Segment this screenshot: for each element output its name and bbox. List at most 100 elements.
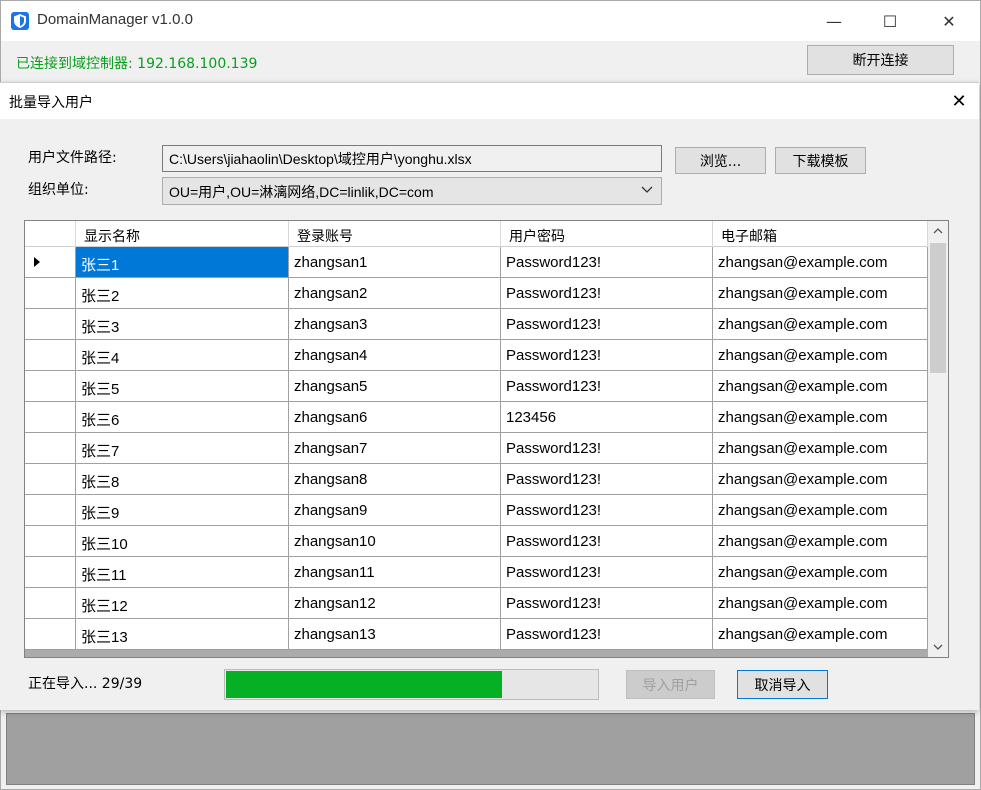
close-icon: ✕: [942, 11, 956, 31]
cancel-import-button[interactable]: 取消导入: [737, 670, 828, 699]
users-grid[interactable]: 显示名称 登录账号 用户密码 电子邮箱 张三1 zhangsan1 Password…: [24, 220, 949, 658]
cell-login[interactable]: zhangsan5: [289, 371, 501, 402]
file-path-input[interactable]: C:\Users\jiahaolin\Desktop\域控用户\yonghu.x…: [162, 145, 662, 172]
ou-label: 组织单位:: [28, 182, 89, 198]
cell-login[interactable]: zhangsan10: [289, 526, 501, 557]
cell-email[interactable]: zhangsan@example.com: [713, 278, 928, 309]
cell-login[interactable]: zhangsan12: [289, 588, 501, 619]
scrollbar-thumb[interactable]: [930, 243, 946, 373]
row-header[interactable]: [25, 371, 76, 402]
cell-email[interactable]: zhangsan@example.com: [713, 526, 928, 557]
scroll-up-icon[interactable]: [928, 221, 948, 241]
cell-email[interactable]: zhangsan@example.com: [713, 464, 928, 495]
table-row[interactable]: 张三3 zhangsan3 Password123! zhangsan@example…: [25, 309, 928, 340]
dialog-close-button[interactable]: ✕: [945, 87, 973, 115]
table-row[interactable]: 张三8 zhangsan8 Password123! zhangsan@example…: [25, 464, 928, 495]
cell-password[interactable]: Password123!: [501, 526, 713, 557]
cell-email[interactable]: zhangsan@example.com: [713, 619, 928, 650]
cell-password[interactable]: Password123!: [501, 464, 713, 495]
table-row[interactable]: 张三1 zhangsan1 Password123! zhangsan@example…: [25, 247, 928, 278]
table-row[interactable]: 张三11 zhangsan11 Password123! zhangsan@examp…: [25, 557, 928, 588]
cell-login[interactable]: zhangsan1: [289, 247, 501, 278]
cell-login[interactable]: zhangsan6: [289, 402, 501, 433]
cell-email[interactable]: zhangsan@example.com: [713, 495, 928, 526]
import-users-button[interactable]: 导入用户: [626, 670, 715, 699]
disconnect-button[interactable]: 断开连接: [807, 45, 954, 75]
close-button[interactable]: ✕: [923, 1, 975, 41]
cell-login[interactable]: zhangsan4: [289, 340, 501, 371]
cell-display-name[interactable]: 张三5: [76, 371, 289, 402]
row-header[interactable]: [25, 526, 76, 557]
cell-display-name[interactable]: 张三2: [76, 278, 289, 309]
row-header[interactable]: [25, 402, 76, 433]
table-row[interactable]: 张三13 zhangsan13 Password123! zhangsan@examp…: [25, 619, 928, 650]
cell-login[interactable]: zhangsan11: [289, 557, 501, 588]
cell-email[interactable]: zhangsan@example.com: [713, 371, 928, 402]
grid-vertical-scrollbar[interactable]: [928, 221, 948, 657]
row-header[interactable]: [25, 464, 76, 495]
cell-email[interactable]: zhangsan@example.com: [713, 433, 928, 464]
ou-select[interactable]: OU=用户,OU=淋漓网络,DC=linlik,DC=com: [162, 177, 662, 205]
row-header[interactable]: [25, 340, 76, 371]
cell-email[interactable]: zhangsan@example.com: [713, 588, 928, 619]
table-row[interactable]: 张三4 zhangsan4 Password123! zhangsan@example…: [25, 340, 928, 371]
cell-email[interactable]: zhangsan@example.com: [713, 402, 928, 433]
column-header-email[interactable]: 电子邮箱: [713, 221, 928, 247]
download-template-button[interactable]: 下载模板: [775, 147, 866, 174]
cell-login[interactable]: zhangsan13: [289, 619, 501, 650]
table-row[interactable]: 张三6 zhangsan6 123456 zhangsan@example.com: [25, 402, 928, 433]
cell-display-name[interactable]: 张三7: [76, 433, 289, 464]
row-header[interactable]: [25, 433, 76, 464]
scroll-down-icon[interactable]: [928, 637, 948, 657]
column-header-password[interactable]: 用户密码: [501, 221, 713, 247]
cell-login[interactable]: zhangsan9: [289, 495, 501, 526]
table-row[interactable]: 张三12 zhangsan12 Password123! zhangsan@examp…: [25, 588, 928, 619]
minimize-button[interactable]: —: [808, 1, 860, 41]
column-header-display-name[interactable]: 显示名称: [76, 221, 289, 247]
row-header[interactable]: [25, 619, 76, 650]
column-header-login[interactable]: 登录账号: [289, 221, 501, 247]
browse-button[interactable]: 浏览...: [675, 147, 766, 174]
cell-password[interactable]: Password123!: [501, 619, 713, 650]
row-header[interactable]: [25, 278, 76, 309]
row-header[interactable]: [25, 309, 76, 340]
cell-login[interactable]: zhangsan3: [289, 309, 501, 340]
cell-display-name[interactable]: 张三13: [76, 619, 289, 650]
row-header[interactable]: [25, 495, 76, 526]
table-row[interactable]: 张三5 zhangsan5 Password123! zhangsan@example…: [25, 371, 928, 402]
row-header[interactable]: [25, 588, 76, 619]
cell-password[interactable]: Password123!: [501, 433, 713, 464]
cell-display-name[interactable]: 张三12: [76, 588, 289, 619]
cell-display-name[interactable]: 张三9: [76, 495, 289, 526]
row-header[interactable]: [25, 557, 76, 588]
cell-login[interactable]: zhangsan7: [289, 433, 501, 464]
cell-email[interactable]: zhangsan@example.com: [713, 309, 928, 340]
cell-password[interactable]: Password123!: [501, 278, 713, 309]
cell-display-name[interactable]: 张三3: [76, 309, 289, 340]
cell-password[interactable]: 123456: [501, 402, 713, 433]
cell-password[interactable]: Password123!: [501, 247, 713, 278]
cell-display-name[interactable]: 张三4: [76, 340, 289, 371]
table-row[interactable]: 张三2 zhangsan2 Password123! zhangsan@example…: [25, 278, 928, 309]
cell-display-name[interactable]: 张三8: [76, 464, 289, 495]
cell-password[interactable]: Password123!: [501, 309, 713, 340]
cell-display-name[interactable]: 张三1: [76, 247, 289, 278]
cell-email[interactable]: zhangsan@example.com: [713, 557, 928, 588]
cell-display-name[interactable]: 张三10: [76, 526, 289, 557]
cell-login[interactable]: zhangsan2: [289, 278, 501, 309]
table-row[interactable]: 张三10 zhangsan10 Password123! zhangsan@examp…: [25, 526, 928, 557]
table-row[interactable]: 张三7 zhangsan7 Password123! zhangsan@example…: [25, 433, 928, 464]
cell-display-name[interactable]: 张三6: [76, 402, 289, 433]
cell-login[interactable]: zhangsan8: [289, 464, 501, 495]
cell-password[interactable]: Password123!: [501, 557, 713, 588]
cell-email[interactable]: zhangsan@example.com: [713, 247, 928, 278]
cell-password[interactable]: Password123!: [501, 588, 713, 619]
cell-email[interactable]: zhangsan@example.com: [713, 340, 928, 371]
cell-display-name[interactable]: 张三11: [76, 557, 289, 588]
maximize-button[interactable]: ☐: [864, 1, 916, 41]
cell-password[interactable]: Password123!: [501, 340, 713, 371]
row-header[interactable]: [25, 247, 76, 278]
table-row[interactable]: 张三9 zhangsan9 Password123! zhangsan@example…: [25, 495, 928, 526]
cell-password[interactable]: Password123!: [501, 371, 713, 402]
cell-password[interactable]: Password123!: [501, 495, 713, 526]
